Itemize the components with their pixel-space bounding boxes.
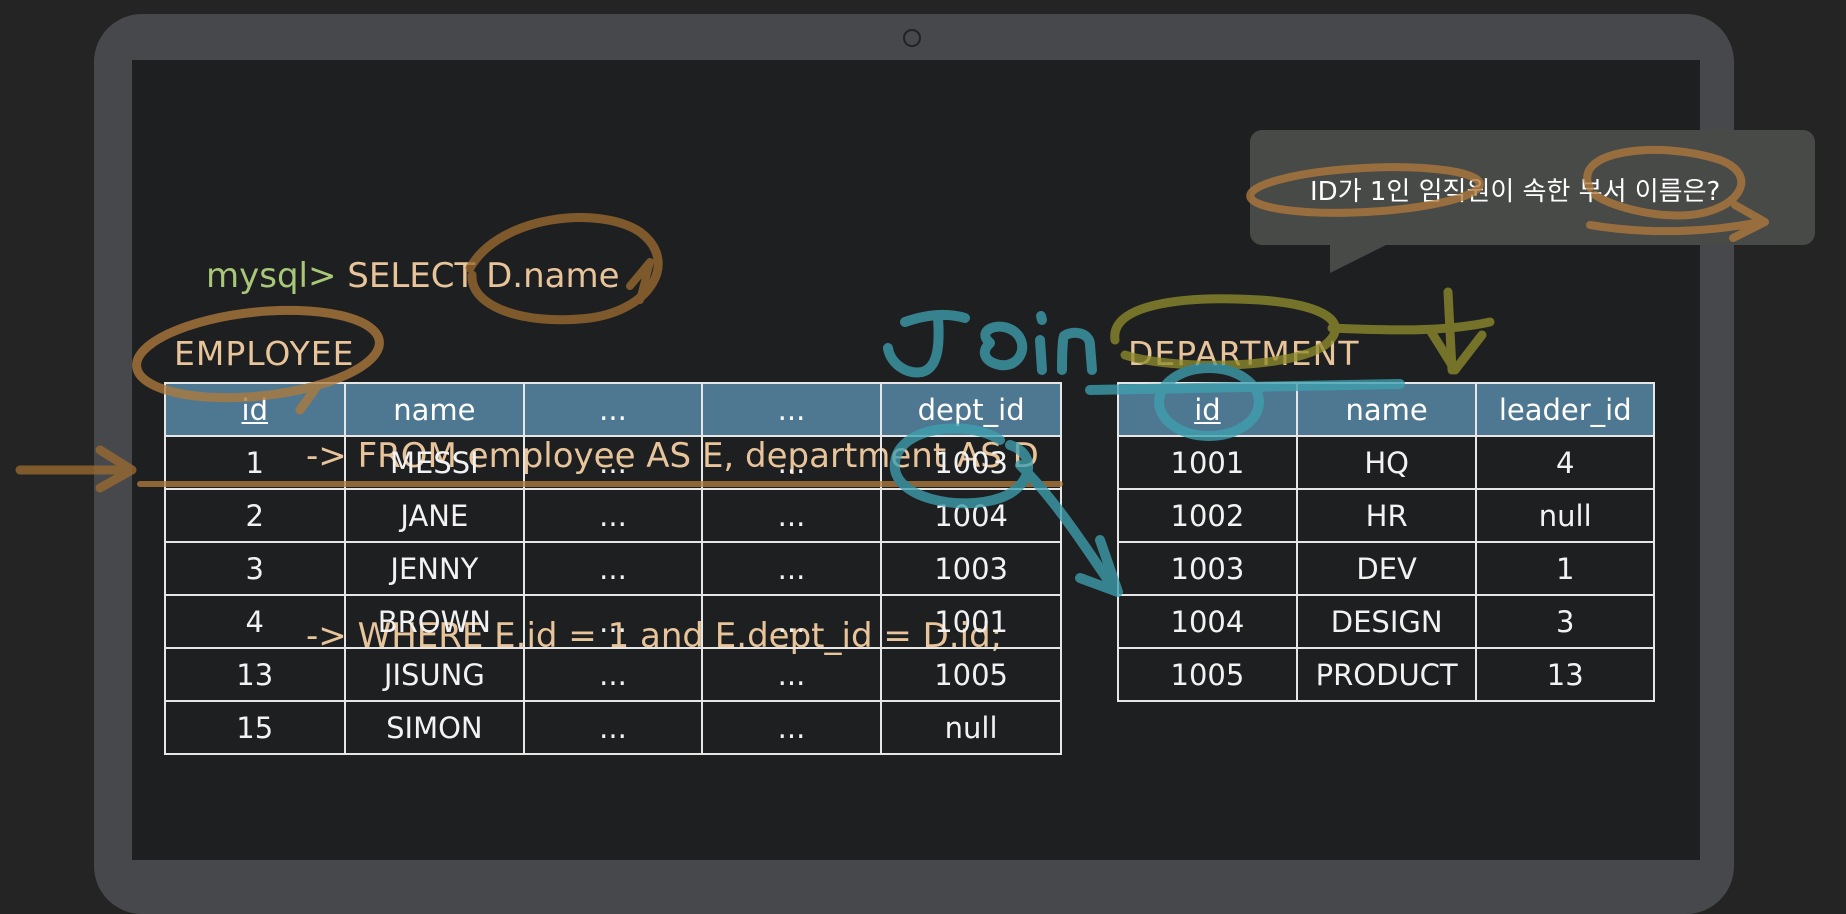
table-row: 1002 HR null (1117, 488, 1655, 543)
column-header: name (343, 382, 526, 437)
cell: ... (523, 541, 703, 596)
department-header-row: id name leader_id (1117, 382, 1655, 437)
cell: ... (523, 700, 703, 755)
column-header: id (164, 382, 346, 437)
cell: 4 (1475, 435, 1655, 490)
cell: DEV (1295, 541, 1478, 596)
cell: BROWN (343, 594, 526, 649)
cell: null (880, 700, 1062, 755)
callout-tail (1330, 243, 1390, 273)
cell: HR (1295, 488, 1478, 543)
cell: 1005 (1117, 647, 1298, 702)
column-header: dept_id (880, 382, 1062, 437)
column-header: leader_id (1475, 382, 1655, 437)
cell: 1 (1475, 541, 1655, 596)
cell: DESIGN (1295, 594, 1478, 649)
cell: 1004 (1117, 594, 1298, 649)
table-row: 1 MESSI...... 1003 (164, 435, 1062, 490)
cell: 1003 (1117, 541, 1298, 596)
cell: 1 (164, 435, 346, 490)
question-text: ID가 1인 임직원이 속한 부서 이름은? (1310, 177, 1721, 207)
column-header: ... (523, 382, 703, 437)
cell: SIMON (343, 700, 526, 755)
cell: 1003 (880, 435, 1062, 490)
cell: 3 (164, 541, 346, 596)
cell: 2 (164, 488, 346, 543)
camera-icon (903, 29, 921, 47)
cell: JISUNG (343, 647, 526, 702)
table-row: 1001 HQ 4 (1117, 435, 1655, 490)
cell: ... (700, 541, 883, 596)
table-row: 1004 DESIGN 3 (1117, 594, 1655, 649)
column-header: ... (700, 382, 883, 437)
table-row: 4 BROWN...... 1001 (164, 594, 1062, 649)
cell: ... (700, 647, 883, 702)
table-row: 3 JENNY...... 1003 (164, 541, 1062, 596)
department-title: DEPARTMENT (1128, 334, 1360, 373)
table-row: 15 SIMON...... null (164, 700, 1062, 755)
table-row: 1003 DEV 1 (1117, 541, 1655, 596)
department-table: id name leader_id 1001 HQ 4 1002 HR null 100… (1117, 382, 1655, 702)
cell: 13 (1475, 647, 1655, 702)
cell: ... (700, 700, 883, 755)
cell: ... (523, 488, 703, 543)
cell: HQ (1295, 435, 1478, 490)
employee-title: EMPLOYEE (174, 334, 355, 373)
column-header: id (1117, 382, 1298, 437)
cell: 1002 (1117, 488, 1298, 543)
employee-header-row: id name ... ... dept_id (164, 382, 1062, 437)
cell: PRODUCT (1295, 647, 1478, 702)
cell: 1005 (880, 647, 1062, 702)
cell: ... (523, 647, 703, 702)
table-row: 2 JANE...... 1004 (164, 488, 1062, 543)
sql-select: SELECT D.name (347, 256, 620, 296)
table-row: 1005 PRODUCT 13 (1117, 647, 1655, 702)
cell: 1001 (1117, 435, 1298, 490)
cell: ... (523, 594, 703, 649)
column-header: name (1295, 382, 1478, 437)
cell: JANE (343, 488, 526, 543)
cell: ... (700, 594, 883, 649)
cell: 1003 (880, 541, 1062, 596)
cell: 13 (164, 647, 346, 702)
sql-line-1: mysql> SELECT D.name (206, 246, 1039, 306)
cell: null (1475, 488, 1655, 543)
cell: 4 (164, 594, 346, 649)
cell: 1001 (880, 594, 1062, 649)
employee-table: id name ... ... dept_id 1 MESSI...... 1003… (164, 382, 1062, 755)
cell: ... (523, 435, 703, 490)
cell: 3 (1475, 594, 1655, 649)
table-row: 13 JISUNG...... 1005 (164, 647, 1062, 702)
cell: ... (700, 435, 883, 490)
mysql-prompt: mysql> (206, 256, 337, 296)
cell: ... (700, 488, 883, 543)
cell: JENNY (343, 541, 526, 596)
cell: MESSI (343, 435, 526, 490)
cell: 1004 (880, 488, 1062, 543)
cell: 15 (164, 700, 346, 755)
